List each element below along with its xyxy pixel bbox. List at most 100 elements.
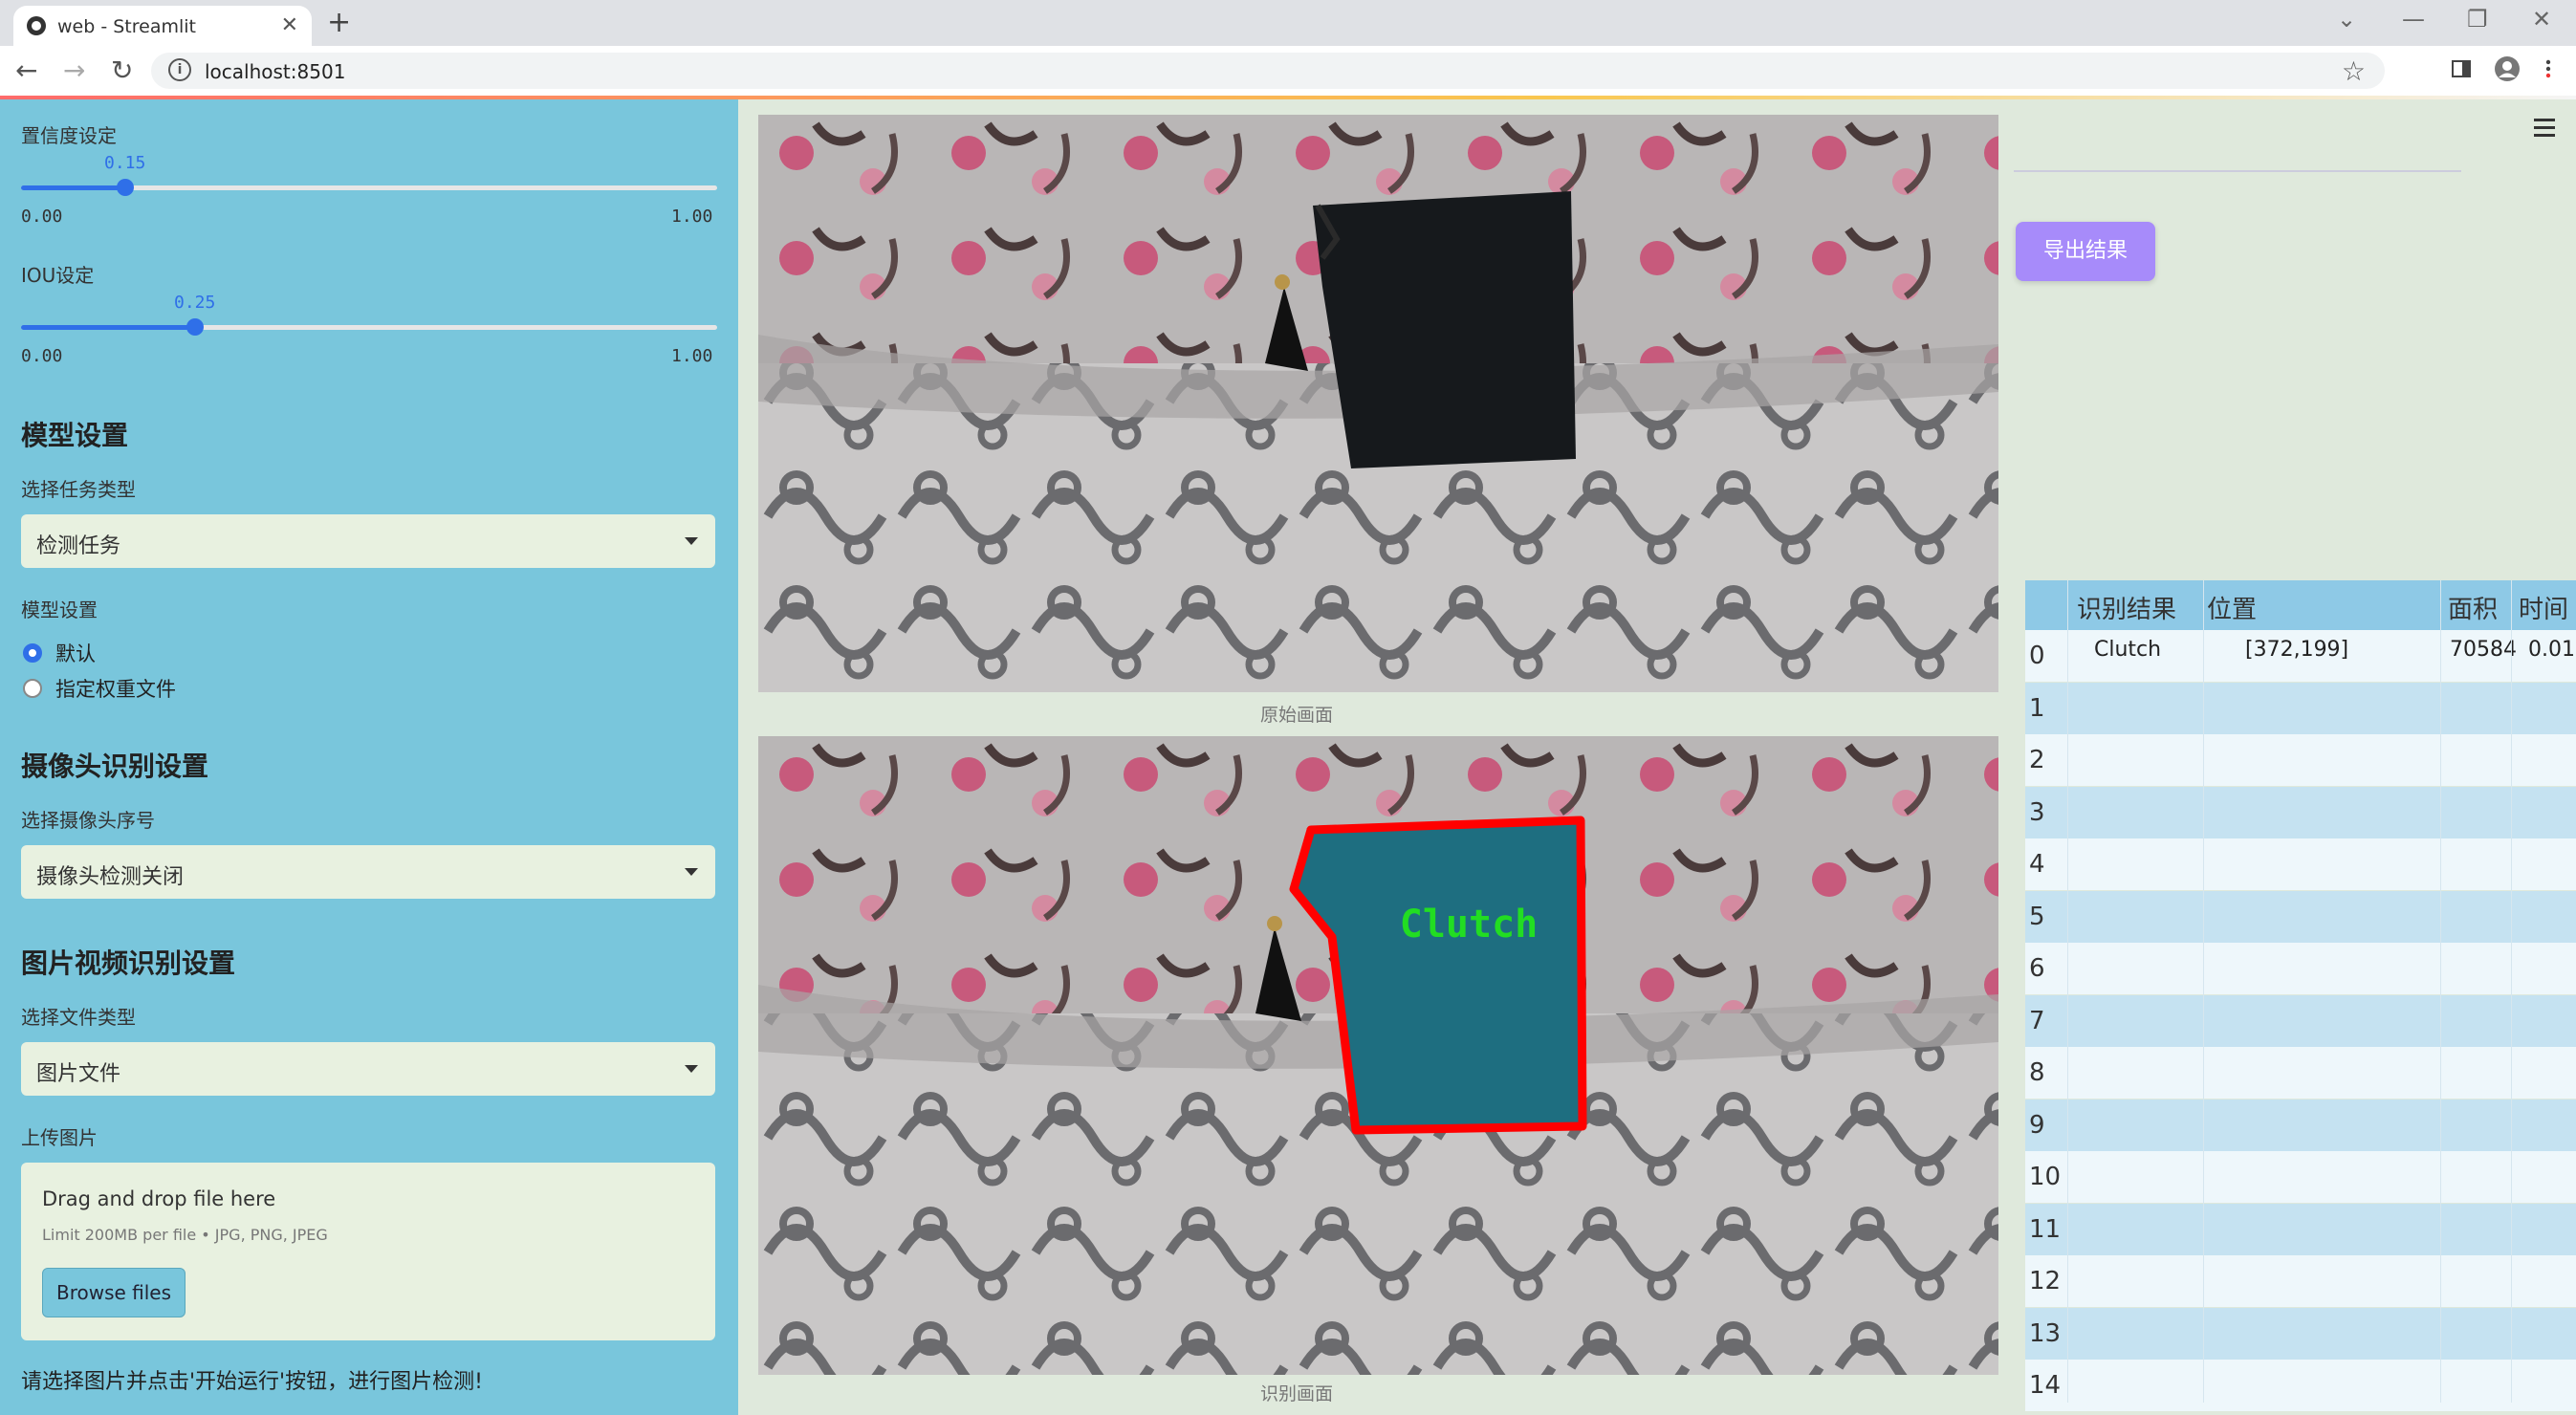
row-index: 3 — [2029, 797, 2045, 827]
task-type-value: 检测任务 — [36, 534, 121, 558]
url-text: localhost:8501 — [205, 60, 346, 83]
clutch-bag-shape — [1313, 191, 1576, 468]
site-info-icon[interactable]: i — [168, 58, 191, 81]
iou-label: IOU设定 — [21, 264, 95, 287]
tab-close-icon[interactable]: ✕ — [281, 13, 298, 37]
model-setting-label: 模型设置 — [21, 599, 98, 621]
upload-label: 上传图片 — [21, 1126, 98, 1149]
table-row[interactable]: 13 — [2025, 1307, 2576, 1360]
task-type-label: 选择任务类型 — [21, 478, 136, 501]
row-index: 9 — [2029, 1110, 2045, 1140]
column-divider — [2067, 580, 2068, 1403]
new-tab-icon[interactable]: + — [327, 6, 351, 39]
camera-index-select[interactable]: 摄像头检测关闭 — [21, 845, 715, 899]
table-row[interactable]: 7 — [2025, 994, 2576, 1047]
column-divider — [2203, 580, 2204, 1403]
file-type-label: 选择文件类型 — [21, 1006, 136, 1029]
media-settings-heading: 图片视频识别设置 — [21, 947, 236, 979]
row-index: 11 — [2029, 1214, 2062, 1244]
row-index: 14 — [2029, 1371, 2062, 1400]
radio-weight-file-label: 指定权重文件 — [55, 678, 176, 701]
camera-settings-heading: 摄像头识别设置 — [21, 751, 209, 782]
profile-avatar-icon[interactable] — [2494, 55, 2521, 82]
confidence-slider-thumb[interactable] — [117, 179, 134, 196]
table-row[interactable]: 11 — [2025, 1203, 2576, 1255]
iou-value: 0.25 — [174, 293, 216, 313]
forward-icon[interactable]: → — [63, 54, 85, 86]
tab-title: web - Streamlit — [57, 16, 196, 37]
chevron-down-icon — [685, 537, 698, 545]
divider — [2014, 170, 2461, 172]
bookmark-star-icon[interactable]: ☆ — [2342, 55, 2366, 87]
table-row[interactable]: 4 — [2025, 838, 2576, 890]
iou-slider-thumb[interactable] — [186, 318, 204, 336]
table-row[interactable]: 6 — [2025, 943, 2576, 994]
iou-slider-fill — [21, 325, 195, 330]
cell-position: [372,199] — [2245, 638, 2349, 662]
radio-default-label: 默认 — [55, 642, 96, 665]
row-index: 0 — [2029, 642, 2045, 670]
col-position: 位置 — [2207, 596, 2258, 624]
table-row[interactable]: 12 — [2025, 1255, 2576, 1307]
col-area: 面积 — [2448, 596, 2499, 624]
tab-search-icon[interactable]: ⌄ — [2337, 6, 2356, 33]
window-close-icon[interactable]: ✕ — [2532, 6, 2551, 33]
dropzone-text: Drag and drop file here — [42, 1187, 276, 1210]
cell-result: Clutch — [2094, 638, 2162, 662]
browser-toolbar: ← → ↻ i localhost:8501 ☆ — [0, 46, 2576, 97]
confidence-value: 0.15 — [104, 153, 146, 173]
confidence-slider[interactable] — [21, 179, 717, 196]
table-row[interactable]: 1 — [2025, 682, 2576, 734]
file-type-select[interactable]: 图片文件 — [21, 1042, 715, 1096]
row-index: 7 — [2029, 1006, 2045, 1035]
hamburger-menu-icon[interactable] — [2534, 119, 2555, 142]
file-dropzone[interactable]: Drag and drop file here Limit 200MB per … — [21, 1163, 715, 1340]
table-row[interactable]: 2 — [2025, 734, 2576, 786]
browser-tab[interactable]: web - Streamlit ✕ — [13, 6, 312, 46]
export-results-button[interactable]: 导出结果 — [2016, 222, 2155, 281]
row-index: 4 — [2029, 850, 2045, 879]
original-caption: 原始画面 — [1260, 705, 1334, 726]
col-time: 时间 — [2519, 596, 2569, 624]
browser-tabstrip: web - Streamlit ✕ + ⌄ — ❐ ✕ — [0, 0, 2576, 46]
table-row[interactable]: 14 — [2025, 1360, 2576, 1411]
reload-icon[interactable]: ↻ — [111, 54, 133, 86]
table-row[interactable]: 5 — [2025, 890, 2576, 943]
camera-index-label: 选择摄像头序号 — [21, 809, 155, 832]
confidence-max: 1.00 — [671, 207, 713, 227]
streamlit-favicon-icon — [27, 16, 46, 35]
browse-files-button[interactable]: Browse files — [42, 1268, 186, 1317]
confidence-slider-fill — [21, 185, 125, 190]
result-caption: 识别画面 — [1260, 1383, 1334, 1404]
table-row[interactable]: 9 — [2025, 1099, 2576, 1151]
restore-icon[interactable]: ❐ — [2467, 6, 2488, 33]
address-bar[interactable]: i localhost:8501 ☆ — [151, 53, 2385, 89]
row-index: 2 — [2029, 746, 2045, 774]
column-divider — [2440, 580, 2441, 1403]
row-index: 5 — [2029, 902, 2045, 931]
iou-min: 0.00 — [21, 346, 63, 366]
result-image: Clutch — [758, 736, 1998, 1375]
column-divider — [2511, 580, 2512, 1403]
table-row[interactable]: 8 — [2025, 1047, 2576, 1099]
model-settings-heading: 模型设置 — [21, 420, 129, 451]
radio-weight-file[interactable] — [23, 679, 42, 698]
original-image — [758, 115, 1998, 692]
back-icon[interactable]: ← — [15, 54, 37, 86]
browser-menu-icon[interactable] — [2543, 58, 2553, 79]
table-row[interactable]: 0 Clutch [372,199] 70584 0.01 — [2025, 630, 2576, 682]
table-row[interactable]: 10 — [2025, 1151, 2576, 1203]
side-panel-icon[interactable] — [2451, 58, 2472, 79]
task-type-select[interactable]: 检测任务 — [21, 514, 715, 568]
iou-max: 1.00 — [671, 346, 713, 366]
row-index: 12 — [2029, 1267, 2062, 1295]
minimize-icon[interactable]: — — [2402, 6, 2425, 33]
confidence-min: 0.00 — [21, 207, 63, 227]
iou-slider[interactable] — [21, 318, 717, 336]
dropzone-limit-text: Limit 200MB per file • JPG, PNG, JPEG — [42, 1226, 328, 1244]
chevron-down-icon — [685, 868, 698, 876]
detection-label: Clutch — [1400, 903, 1539, 947]
radio-default[interactable] — [23, 643, 42, 663]
row-index: 10 — [2029, 1163, 2062, 1191]
table-row[interactable]: 3 — [2025, 786, 2576, 838]
